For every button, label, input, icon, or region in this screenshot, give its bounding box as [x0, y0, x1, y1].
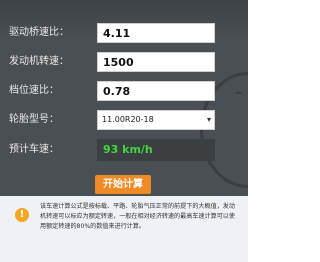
engine-speed-label: 发动机转速：	[9, 56, 69, 67]
engine-speed-row: 发动机转速：	[9, 52, 215, 72]
warning-icon: !	[15, 208, 29, 222]
axle-ratio-input[interactable]	[97, 23, 215, 43]
gauge-tick	[236, 92, 242, 94]
chevron-down-icon: ▾	[206, 115, 211, 124]
estimated-speed-label: 预计车速：	[9, 144, 59, 155]
estimated-speed-value: 93 km/h	[97, 139, 215, 161]
axle-ratio-row: 驱动桥速比：	[9, 23, 215, 43]
tire-model-row: 轮胎型号： 11.00R20-18 ▾	[9, 110, 215, 130]
gear-ratio-row: 档位速比：	[9, 81, 215, 101]
tire-model-select[interactable]: 11.00R20-18 ▾	[97, 110, 215, 130]
estimated-speed-row: 预计车速： 93 km/h	[9, 139, 215, 161]
axle-ratio-label: 驱动桥速比：	[9, 27, 69, 38]
start-calculation-button[interactable]: 开始计算	[95, 175, 151, 194]
tire-model-value: 11.00R20-18	[102, 115, 154, 124]
tire-model-label: 轮胎型号：	[9, 114, 59, 125]
calculator-panel: 驱动桥速比： 发动机转速： 档位速比： 轮胎型号： 11.00R20-18 ▾ …	[0, 0, 248, 196]
gear-ratio-input[interactable]	[97, 81, 215, 101]
notice-text: 该车速计算公式是按标载、平路、轮胎气压正常的前提下的大概值，发动机转速可以标应为…	[40, 203, 235, 230]
gear-ratio-label: 档位速比：	[9, 85, 59, 96]
engine-speed-input[interactable]	[97, 52, 215, 72]
notice-box: ! 该车速计算公式是按标载、平路、轮胎气压正常的前提下的大概值，发动机转速可以标…	[0, 196, 248, 262]
